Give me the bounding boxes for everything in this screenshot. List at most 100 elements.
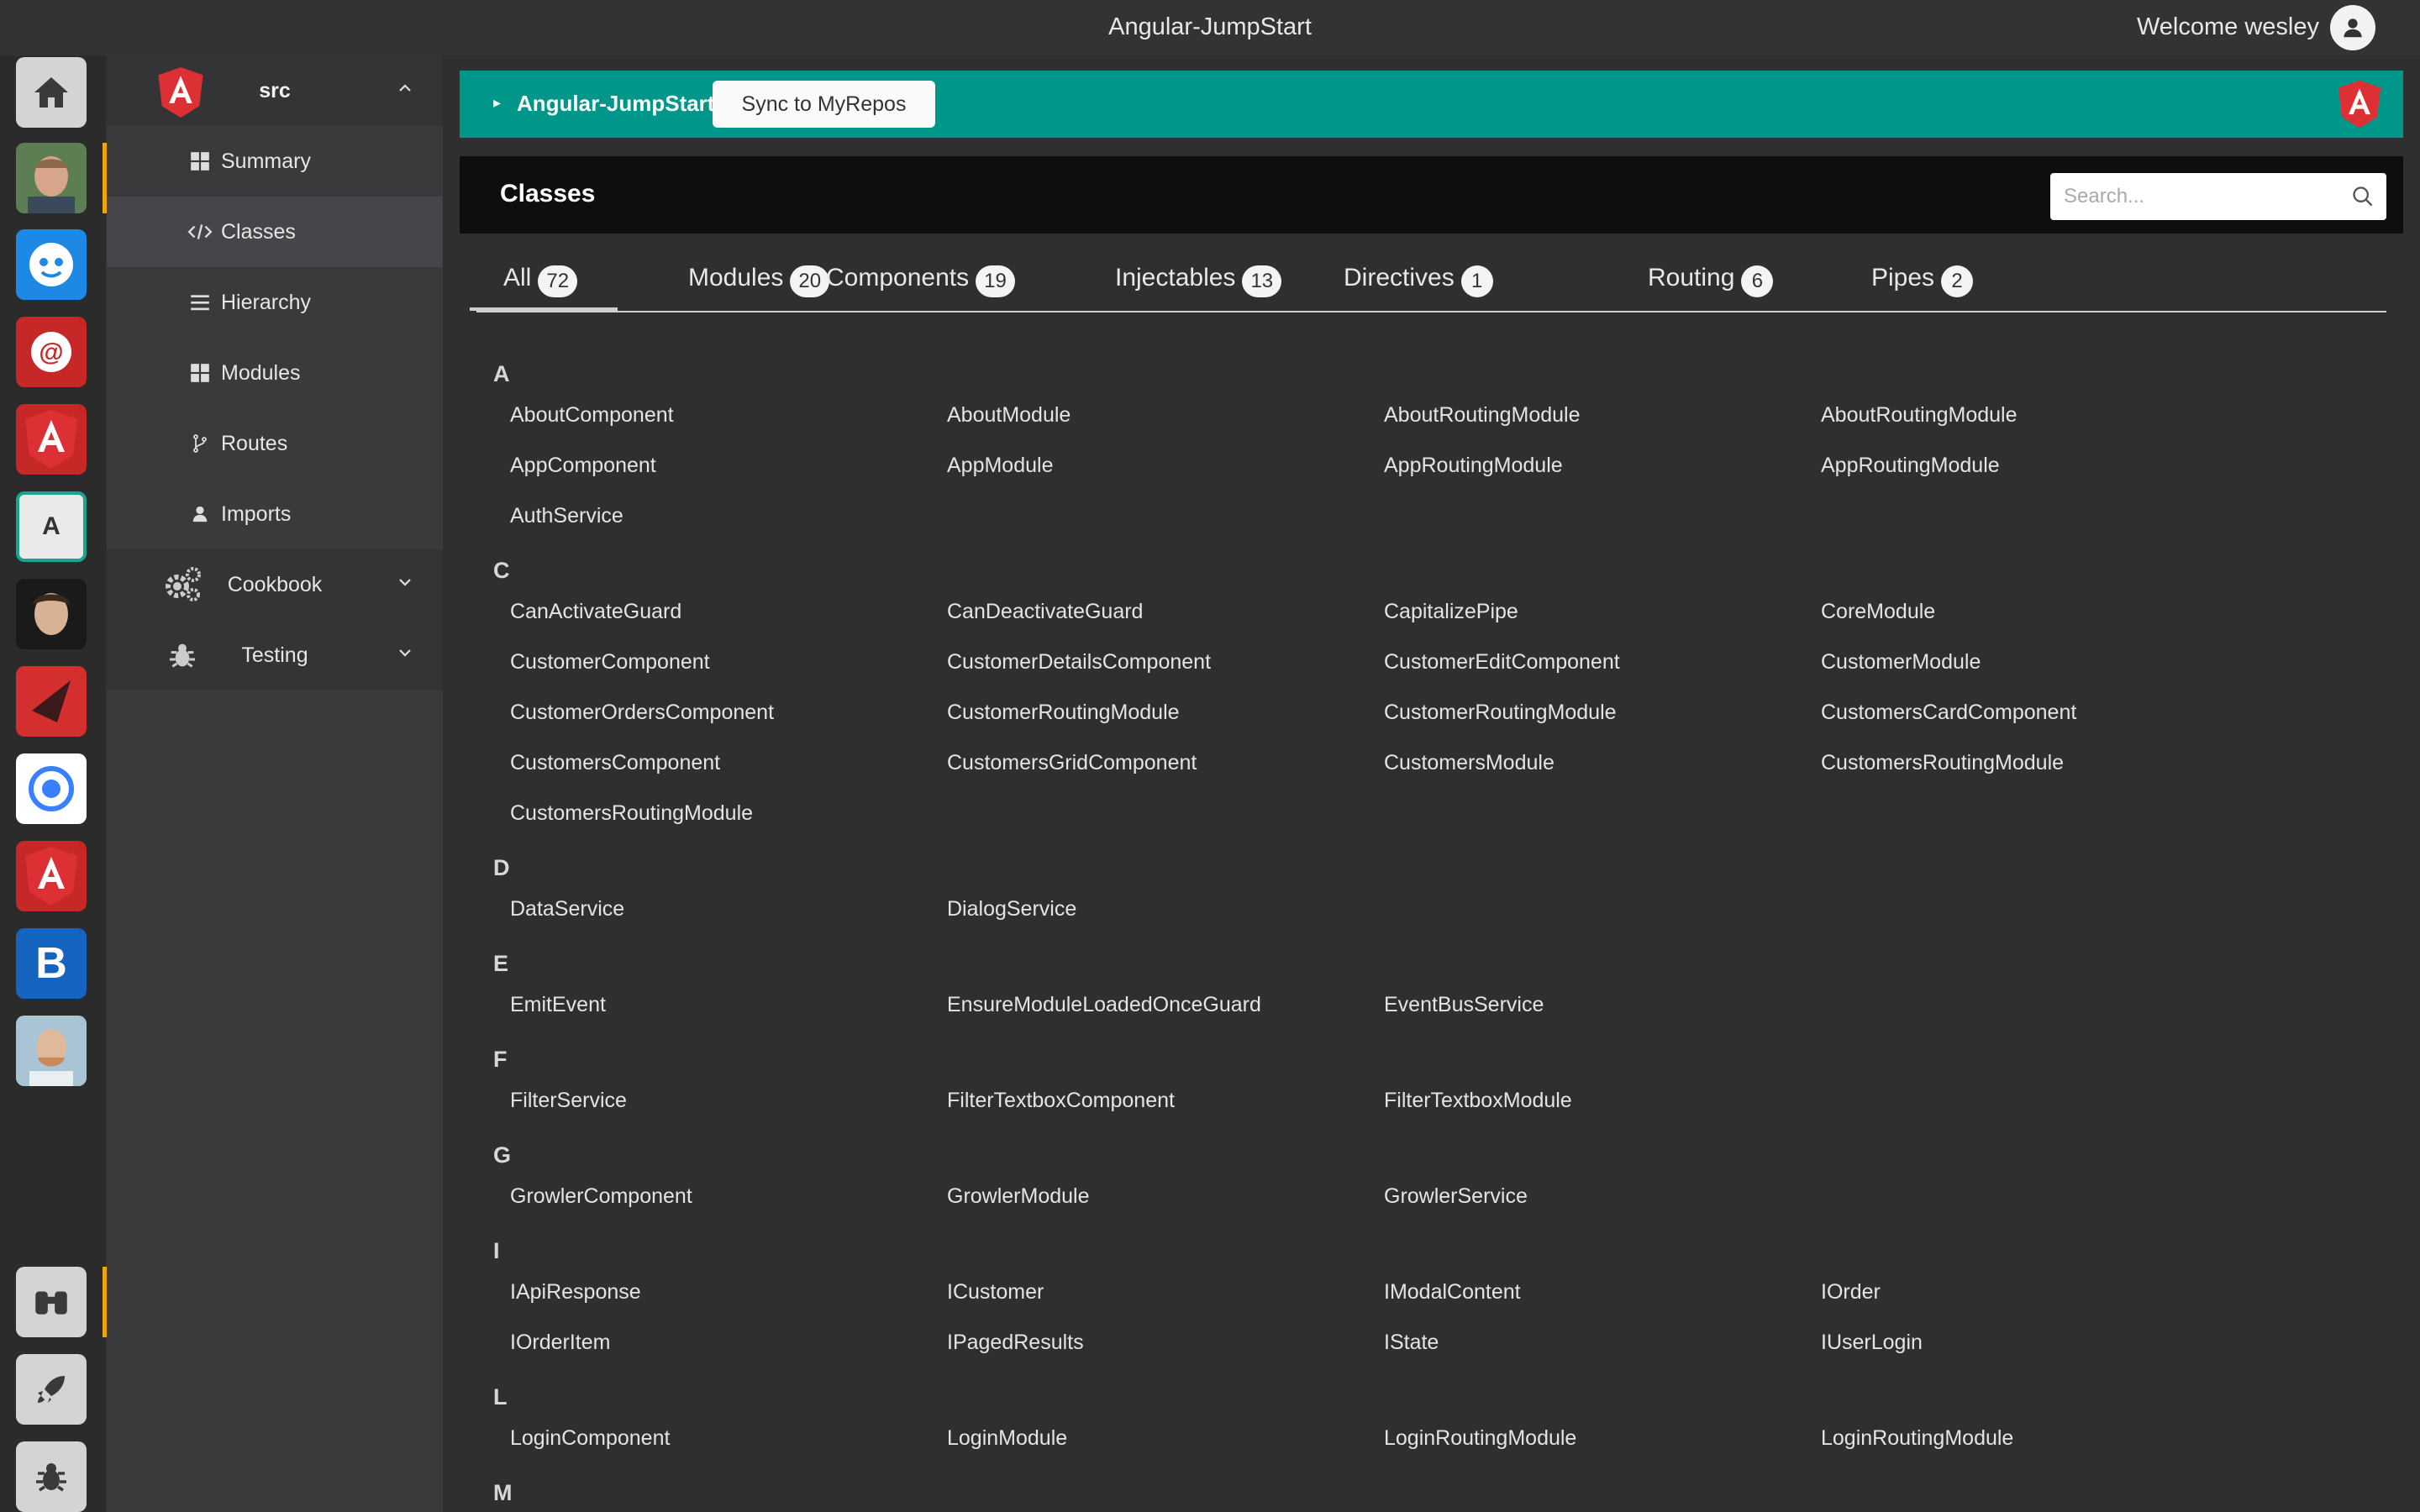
count-badge: 2: [1941, 265, 1974, 297]
tab-components[interactable]: Components 19: [826, 264, 1015, 311]
search-icon[interactable]: [2351, 185, 2375, 208]
avatar-photo-1[interactable]: [16, 143, 87, 213]
count-badge: 13: [1242, 265, 1282, 297]
tab-label: All: [503, 264, 532, 291]
class-link[interactable]: AppComponent: [510, 454, 656, 478]
class-link[interactable]: AboutComponent: [510, 403, 674, 428]
class-link[interactable]: IPagedResults: [947, 1331, 1084, 1355]
app-rail: @ A B: [0, 55, 107, 1512]
class-link[interactable]: CustomerRoutingModule: [1384, 701, 1617, 725]
robot-app-icon[interactable]: [16, 229, 87, 300]
class-link[interactable]: CustomersGridComponent: [947, 751, 1197, 775]
tab-routing[interactable]: Routing 6: [1648, 264, 1774, 311]
tab-directives[interactable]: Directives 1: [1344, 264, 1493, 311]
classes-header: Classes: [460, 156, 2403, 234]
sidebar-item-label: Imports: [221, 501, 292, 526]
src-header[interactable]: src: [107, 55, 443, 126]
class-link[interactable]: EnsureModuleLoadedOnceGuard: [947, 993, 1261, 1017]
project-banner: ▸ Angular-JumpStart Sync to MyRepos: [460, 71, 2403, 138]
tab-injectables[interactable]: Injectables 13: [1115, 264, 1282, 311]
tab-all[interactable]: All 72: [470, 264, 618, 311]
caret-right-icon[interactable]: ▸: [493, 94, 501, 112]
home-icon[interactable]: [16, 57, 87, 128]
class-link[interactable]: CapitalizePipe: [1384, 600, 1518, 624]
class-link[interactable]: IState: [1384, 1331, 1439, 1355]
sidebar-item-label: Modules: [221, 360, 301, 385]
class-link[interactable]: IModalContent: [1384, 1280, 1521, 1305]
class-link[interactable]: AboutRoutingModule: [1384, 403, 1581, 428]
class-link[interactable]: CustomersRoutingModule: [510, 801, 753, 826]
binoculars-icon[interactable]: [16, 1267, 87, 1337]
class-link[interactable]: IOrderItem: [510, 1331, 610, 1355]
sidebar-item-summary[interactable]: Summary: [107, 126, 443, 197]
search-input[interactable]: [2050, 173, 2336, 220]
class-link[interactable]: CustomerOrdersComponent: [510, 701, 774, 725]
bootstrap-app-icon[interactable]: B: [16, 928, 87, 999]
angular-app-icon-2[interactable]: [16, 841, 87, 911]
bug-icon[interactable]: [16, 1441, 87, 1512]
class-link[interactable]: EventBusService: [1384, 993, 1544, 1017]
class-link[interactable]: CanActivateGuard: [510, 600, 681, 624]
class-link[interactable]: LoginComponent: [510, 1426, 670, 1451]
class-link[interactable]: EmitEvent: [510, 993, 606, 1017]
class-link[interactable]: GrowlerModule: [947, 1184, 1090, 1209]
a-letter-app-icon[interactable]: A: [16, 491, 87, 562]
sidebar-item-classes[interactable]: Classes: [107, 197, 443, 267]
class-link[interactable]: FilterTextboxModule: [1384, 1089, 1572, 1113]
class-link[interactable]: LoginRoutingModule: [1384, 1426, 1576, 1451]
class-link[interactable]: CustomersRoutingModule: [1821, 751, 2064, 775]
at-search-app-icon[interactable]: @: [16, 317, 87, 387]
section-testing[interactable]: Testing: [107, 620, 443, 690]
class-link[interactable]: CustomerModule: [1821, 650, 1981, 675]
class-link[interactable]: CustomerDetailsComponent: [947, 650, 1211, 675]
rocket-icon[interactable]: [16, 1354, 87, 1425]
class-link[interactable]: CanDeactivateGuard: [947, 600, 1143, 624]
tab-pipes[interactable]: Pipes 2: [1871, 264, 1974, 311]
sync-to-myrepos-button[interactable]: Sync to MyRepos: [713, 81, 935, 128]
class-link[interactable]: CustomersCardComponent: [1821, 701, 2076, 725]
branch-icon: [187, 431, 213, 456]
class-link[interactable]: CustomerComponent: [510, 650, 710, 675]
class-link[interactable]: IUserLogin: [1821, 1331, 1923, 1355]
sidebar-item-hierarchy[interactable]: Hierarchy: [107, 267, 443, 338]
class-link[interactable]: AuthService: [510, 504, 623, 528]
class-link[interactable]: CustomerRoutingModule: [947, 701, 1180, 725]
section-cookbook[interactable]: Cookbook: [107, 549, 443, 620]
class-link[interactable]: CustomerEditComponent: [1384, 650, 1620, 675]
sidebar-item-imports[interactable]: Imports: [107, 479, 443, 549]
sidebar-item-modules[interactable]: Modules: [107, 338, 443, 408]
class-link[interactable]: FilterTextboxComponent: [947, 1089, 1175, 1113]
avatar-photo-3[interactable]: [16, 1016, 87, 1086]
class-link[interactable]: LoginModule: [947, 1426, 1067, 1451]
class-link[interactable]: AboutRoutingModule: [1821, 403, 2018, 428]
count-badge: 72: [538, 265, 578, 297]
tab-modules[interactable]: Modules 20: [688, 264, 830, 311]
red-triangle-app-icon[interactable]: [16, 666, 87, 737]
sidebar-item-label: Routes: [221, 431, 288, 455]
class-link[interactable]: AppRoutingModule: [1821, 454, 2000, 478]
class-link[interactable]: LoginRoutingModule: [1821, 1426, 2013, 1451]
avatar-photo-2[interactable]: [16, 579, 87, 649]
class-link[interactable]: AppModule: [947, 454, 1053, 478]
class-link[interactable]: GrowlerComponent: [510, 1184, 692, 1209]
class-link[interactable]: FilterService: [510, 1089, 627, 1113]
class-link[interactable]: ICustomer: [947, 1280, 1044, 1305]
sidebar-item-label: Classes: [221, 219, 296, 244]
class-link[interactable]: AppRoutingModule: [1384, 454, 1563, 478]
angular-app-icon[interactable]: [16, 404, 87, 475]
user-avatar-button[interactable]: [2330, 5, 2375, 50]
class-link[interactable]: GrowlerService: [1384, 1184, 1528, 1209]
project-name[interactable]: Angular-JumpStart: [517, 91, 714, 117]
class-link[interactable]: DialogService: [947, 897, 1076, 921]
class-link[interactable]: DataService: [510, 897, 624, 921]
class-link[interactable]: CoreModule: [1821, 600, 1935, 624]
class-link[interactable]: AboutModule: [947, 403, 1071, 428]
person-icon: [187, 501, 213, 527]
class-link[interactable]: IApiResponse: [510, 1280, 641, 1305]
class-link[interactable]: CustomersModule: [1384, 751, 1555, 775]
code-icon: [187, 219, 213, 244]
ionic-app-icon[interactable]: [16, 753, 87, 824]
class-link[interactable]: CustomersComponent: [510, 751, 720, 775]
class-link[interactable]: IOrder: [1821, 1280, 1881, 1305]
sidebar-item-routes[interactable]: Routes: [107, 408, 443, 479]
